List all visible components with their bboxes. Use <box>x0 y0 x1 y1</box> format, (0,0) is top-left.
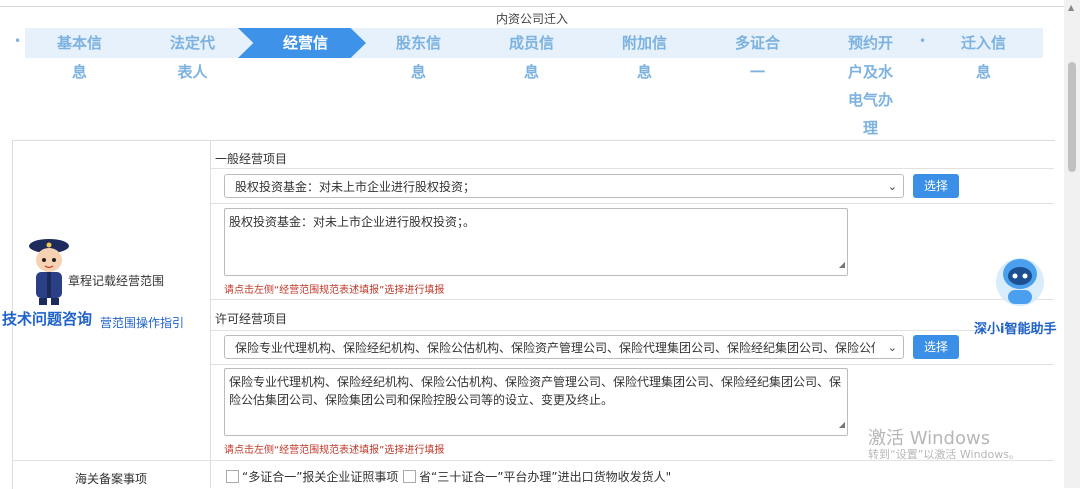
multi-cert-checkbox[interactable] <box>226 470 239 483</box>
police-mascot-icon <box>29 239 69 305</box>
step-label: 息 <box>71 63 87 81</box>
smart-assistant-label[interactable]: 深小i智能助手 <box>974 318 1056 337</box>
licensed-select-button[interactable]: 选择 <box>913 335 959 359</box>
step-shareholder-info[interactable]: 股东信 息 <box>362 28 475 86</box>
step-legal-rep[interactable]: 法定代 表人 <box>136 28 249 86</box>
row-divider <box>210 330 1054 331</box>
step-label: 预约开 <box>847 34 893 52</box>
licensed-hint: 请点击左侧“经营范围规范表述填报”选择进行填报 <box>224 445 445 456</box>
step-label: 户及水 <box>847 63 893 81</box>
business-scope-guide-link[interactable]: 营范围操作指引 <box>100 314 184 331</box>
charter-business-scope-label: 章程记载经营范围 <box>68 274 165 288</box>
row-divider <box>210 364 1054 365</box>
step-label: 法定代 <box>169 34 215 52</box>
general-business-select[interactable]: 股权投资基金：对未上市企业进行股权投资； ⌄ <box>224 174 904 198</box>
row-divider <box>210 203 1054 204</box>
general-hint: 请点击左侧“经营范围规范表述填报”选择进行填报 <box>224 285 445 296</box>
step-label: 多证合 <box>734 34 780 52</box>
step-multi-cert[interactable]: 多证合 一 <box>701 28 814 86</box>
multi-cert-option-label: “多证合一”报关企业证照事项 <box>242 470 399 484</box>
tech-support-link[interactable]: 技术问题咨询 <box>2 308 92 329</box>
step-label: 基本信 <box>56 34 102 52</box>
row-divider <box>210 168 1054 169</box>
resize-handle-icon[interactable]: ◢ <box>839 416 845 434</box>
textarea-value: 保险专业代理机构、保险经纪机构、保险公估机构、保险资产管理公司、保险代理集团公司… <box>229 375 842 407</box>
general-business-textarea[interactable]: 股权投资基金：对未上市企业进行股权投资；。 ◢ <box>224 208 848 276</box>
step-label: 股东信 <box>395 34 441 52</box>
step-label: 迁入信 <box>960 34 1006 52</box>
step-business-info[interactable]: 经营信 <box>249 28 362 58</box>
step-label: 电气办 <box>847 91 893 109</box>
step-basic-info[interactable]: 基本信 息 <box>23 28 136 86</box>
activation-watermark-sub: 转到“设置”以激活 Windows。 <box>868 448 1020 461</box>
resize-handle-icon[interactable]: ◢ <box>839 256 845 274</box>
licensed-business-select[interactable]: 保险专业代理机构、保险经纪机构、保险公估机构、保险资产管理公司、保险代理集团公司… <box>224 335 904 359</box>
thirty-cert-checkbox[interactable] <box>403 470 416 483</box>
licensed-business-textarea[interactable]: 保险专业代理机构、保险经纪机构、保险公估机构、保险资产管理公司、保险代理集团公司… <box>224 368 848 436</box>
select-value: 股权投资基金：对未上市企业进行股权投资； <box>235 180 476 194</box>
row-divider <box>210 299 1054 300</box>
top-border <box>0 0 1064 7</box>
chevron-down-icon: ⌄ <box>887 180 897 193</box>
step-label: 息 <box>975 63 991 81</box>
general-select-button[interactable]: 选择 <box>913 174 959 198</box>
chevron-down-icon: ⌄ <box>887 341 897 354</box>
step-label: 附加信 <box>621 34 667 52</box>
step-label: 理 <box>862 119 878 137</box>
licensed-business-label: 许可经营项目 <box>215 312 288 326</box>
step-label: 表人 <box>177 63 208 81</box>
customs-filing-label: 海关备案事项 <box>75 472 148 486</box>
step-label: 一 <box>749 63 765 81</box>
step-label: 经营信 <box>282 34 328 52</box>
step-account-utilities[interactable]: 预约开 户及水 电气办 理 <box>814 28 927 142</box>
step-label: 息 <box>636 63 652 81</box>
page-title: 内资公司迁入 <box>495 12 568 26</box>
step-label: 息 <box>410 63 426 81</box>
step-label: 息 <box>523 63 539 81</box>
select-value: 保险专业代理机构、保险经纪机构、保险公估机构、保险资产管理公司、保险代理集团公司… <box>235 341 875 355</box>
step-label: 成员信 <box>508 34 554 52</box>
column-divider <box>210 140 211 488</box>
scrollbar-thumb[interactable] <box>1068 62 1076 172</box>
step-dot: • <box>14 34 22 48</box>
step-member-info[interactable]: 成员信 息 <box>475 28 588 86</box>
step-relocation-info[interactable]: 迁入信 息 <box>927 28 1040 86</box>
thirty-cert-option-label: 省“三十证合一”平台办理”进出口货物收发货人" <box>419 470 672 484</box>
robot-assistant-icon[interactable] <box>994 252 1046 310</box>
vertical-scrollbar[interactable]: ▲ <box>1064 0 1080 488</box>
step-additional-info[interactable]: 附加信 息 <box>588 28 701 86</box>
general-business-label: 一般经营项目 <box>215 152 288 166</box>
textarea-value: 股权投资基金：对未上市企业进行股权投资；。 <box>229 215 476 229</box>
scroll-up-icon[interactable]: ▲ <box>1068 3 1074 12</box>
